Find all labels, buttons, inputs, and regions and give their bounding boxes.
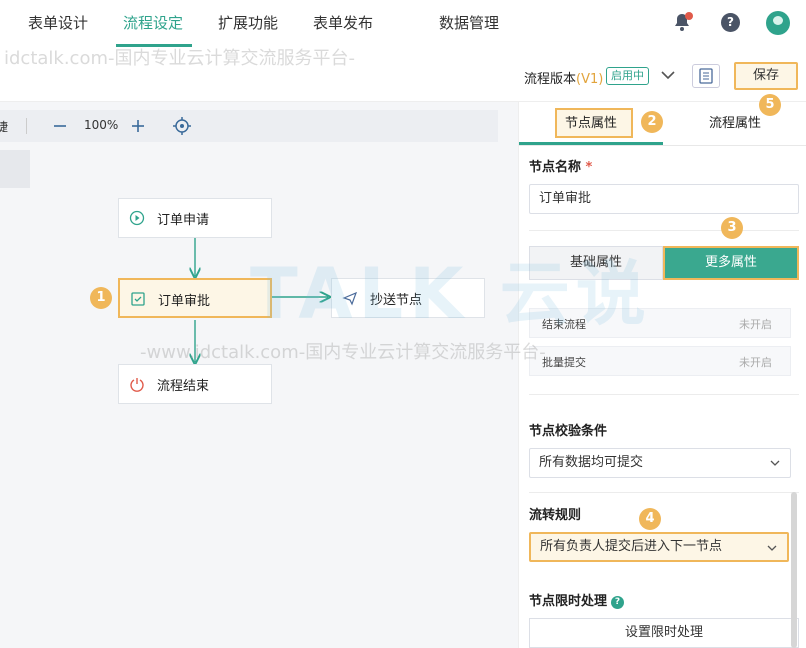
set-timeout-button[interactable]: 设置限时处理 xyxy=(529,618,799,648)
version-dropdown-chevron-icon[interactable] xyxy=(660,68,676,82)
flow-rule-select[interactable]: 所有负责人提交后进入下一节点 xyxy=(529,532,789,562)
node-name-label: 节点名称 * xyxy=(529,160,593,175)
flow-header-bar: 流程版本(V1) 启用中 保存 xyxy=(0,48,806,102)
chevron-down-icon xyxy=(770,460,780,466)
approve-icon xyxy=(130,291,146,307)
switch-label: 批量提交 xyxy=(542,356,586,369)
node-name-input[interactable]: 订单审批 xyxy=(529,184,799,214)
check-condition-label: 节点校验条件 xyxy=(529,424,608,439)
timeout-label: 节点限时处理? xyxy=(529,590,625,609)
property-panel: 节点属性 流程属性 2 5 节点名称 * 订单审批 基础属性 更多属性 3 结束… xyxy=(518,94,806,648)
top-nav: 表单设计 流程设定 扩展功能 表单发布 数据管理 ? xyxy=(0,0,806,48)
check-condition-select[interactable]: 所有数据均可提交 xyxy=(529,448,791,478)
switch-row-end-flow[interactable]: 结束流程 未开启 xyxy=(529,308,791,338)
tab-flow-properties[interactable]: 流程属性 xyxy=(709,112,761,131)
segment-basic-properties[interactable]: 基础属性 xyxy=(529,246,663,280)
tab-node-properties[interactable]: 节点属性 xyxy=(565,112,617,131)
version-number: (V1) xyxy=(576,72,604,87)
node-label: 抄送节点 xyxy=(370,293,423,308)
divider xyxy=(529,394,799,395)
notification-dot xyxy=(685,12,693,20)
flow-node-cc[interactable]: 抄送节点 xyxy=(331,278,485,318)
tab-form-design[interactable]: 表单设计 xyxy=(28,12,88,33)
node-label: 流程结束 xyxy=(157,379,210,394)
play-circle-icon xyxy=(129,210,145,226)
power-icon xyxy=(129,376,145,392)
document-icon xyxy=(699,68,713,84)
help-icon[interactable]: ? xyxy=(721,13,740,32)
flow-version-label: 流程版本(V1) xyxy=(524,72,604,87)
annotation-marker-5: 5 xyxy=(759,94,781,116)
node-label: 订单审批 xyxy=(158,294,211,309)
flow-node-end[interactable]: 流程结束 xyxy=(118,364,272,404)
document-button[interactable] xyxy=(692,64,720,88)
status-badge: 启用中 xyxy=(606,67,649,85)
flow-canvas[interactable]: 捷 100% 订单申请 订单审批 抄送节点 流程结束 1 xyxy=(0,102,518,648)
annotation-marker-1: 1 xyxy=(90,287,112,309)
annotation-marker-2: 2 xyxy=(641,111,663,133)
tab-extensions[interactable]: 扩展功能 xyxy=(218,12,278,33)
panel-scrollbar[interactable] xyxy=(791,492,797,648)
switch-value: 未开启 xyxy=(739,318,772,331)
bell-icon[interactable] xyxy=(672,12,694,34)
switch-label: 结束流程 xyxy=(542,318,586,331)
flow-node-order-apply[interactable]: 订单申请 xyxy=(118,198,272,238)
switch-value: 未开启 xyxy=(739,356,772,369)
divider xyxy=(529,492,799,493)
tab-flow-settings[interactable]: 流程设定 xyxy=(123,12,183,33)
flow-rule-label: 流转规则 xyxy=(529,508,582,523)
annotation-marker-4: 4 xyxy=(639,508,661,530)
node-label: 订单申请 xyxy=(157,213,210,228)
avatar[interactable] xyxy=(766,11,790,35)
annotation-marker-3: 3 xyxy=(721,217,743,239)
active-tab-underline xyxy=(116,44,192,47)
tab-form-publish[interactable]: 表单发布 xyxy=(313,12,373,33)
send-icon xyxy=(342,290,358,306)
divider xyxy=(529,230,799,231)
save-button[interactable]: 保存 xyxy=(734,62,798,90)
switch-row-batch-submit[interactable]: 批量提交 未开启 xyxy=(529,346,791,376)
flow-node-order-approve[interactable]: 订单审批 xyxy=(118,278,272,318)
panel-tab-divider xyxy=(519,145,806,146)
tab-data-management[interactable]: 数据管理 xyxy=(439,12,499,33)
help-circle-icon[interactable]: ? xyxy=(611,596,625,609)
segment-more-properties[interactable]: 更多属性 xyxy=(663,246,799,280)
chevron-down-icon xyxy=(767,545,777,551)
